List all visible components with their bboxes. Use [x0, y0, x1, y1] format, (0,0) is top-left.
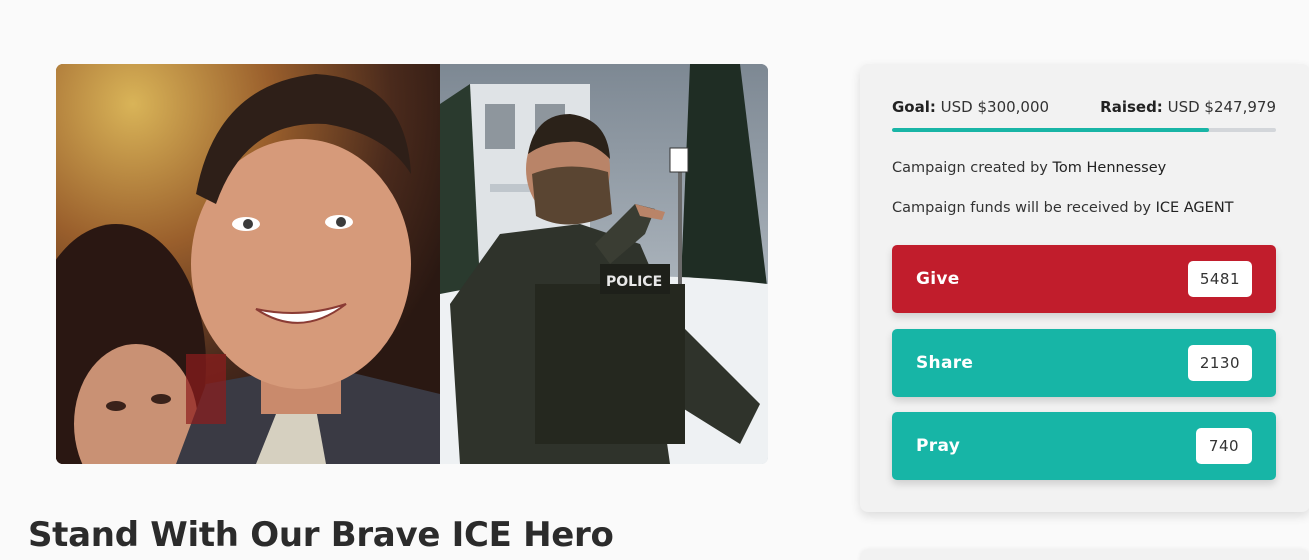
campaign-title: Stand With Our Brave ICE Hero — [28, 515, 614, 555]
svg-text:POLICE: POLICE — [606, 274, 662, 290]
creator-name: Tom Hennessey — [1052, 160, 1167, 176]
goal-amount: Goal: USD $300,000 — [892, 98, 1049, 116]
campaign-creator: Campaign created by Tom Hennessey — [892, 160, 1166, 176]
share-label: Share — [916, 353, 974, 373]
give-button[interactable]: Give 5481 — [892, 245, 1276, 313]
pray-label: Pray — [916, 436, 961, 456]
funding-progress-bar — [892, 128, 1276, 132]
recipient-name: ICE AGENT — [1155, 200, 1234, 216]
share-count: 2130 — [1187, 345, 1252, 381]
creator-prefix: Campaign created by — [892, 160, 1048, 176]
share-button[interactable]: Share 2130 — [892, 329, 1276, 397]
selfie-photo-illustration — [56, 64, 440, 464]
next-card-edge — [860, 550, 1309, 560]
funding-progress-fill — [892, 128, 1210, 132]
campaign-recipient: Campaign funds will be received by ICE A… — [892, 200, 1234, 216]
agent-photo-illustration: POLICE — [440, 64, 768, 464]
recipient-prefix: Campaign funds will be received by — [892, 200, 1151, 216]
goal-label: Goal: — [892, 98, 936, 116]
pray-button[interactable]: Pray 740 — [892, 412, 1276, 480]
agent-in-snow-photo: POLICE — [440, 64, 768, 464]
pray-count: 740 — [1196, 428, 1252, 464]
raised-value: USD $247,979 — [1167, 98, 1276, 116]
campaign-hero-image: POLICE — [56, 64, 768, 464]
raised-label: Raised: — [1100, 98, 1163, 116]
goal-raised-row: Goal: USD $300,000 Raised: USD $247,979 — [892, 98, 1276, 116]
selfie-photo — [56, 64, 440, 464]
campaign-page: POLICE Stand With Our Brave ICE Hero Goa… — [0, 0, 1309, 560]
raised-amount: Raised: USD $247,979 — [1100, 98, 1276, 116]
campaign-summary-card: Goal: USD $300,000 Raised: USD $247,979 … — [860, 64, 1309, 512]
give-label: Give — [916, 269, 960, 289]
give-count: 5481 — [1187, 261, 1252, 297]
goal-value: USD $300,000 — [940, 98, 1050, 116]
